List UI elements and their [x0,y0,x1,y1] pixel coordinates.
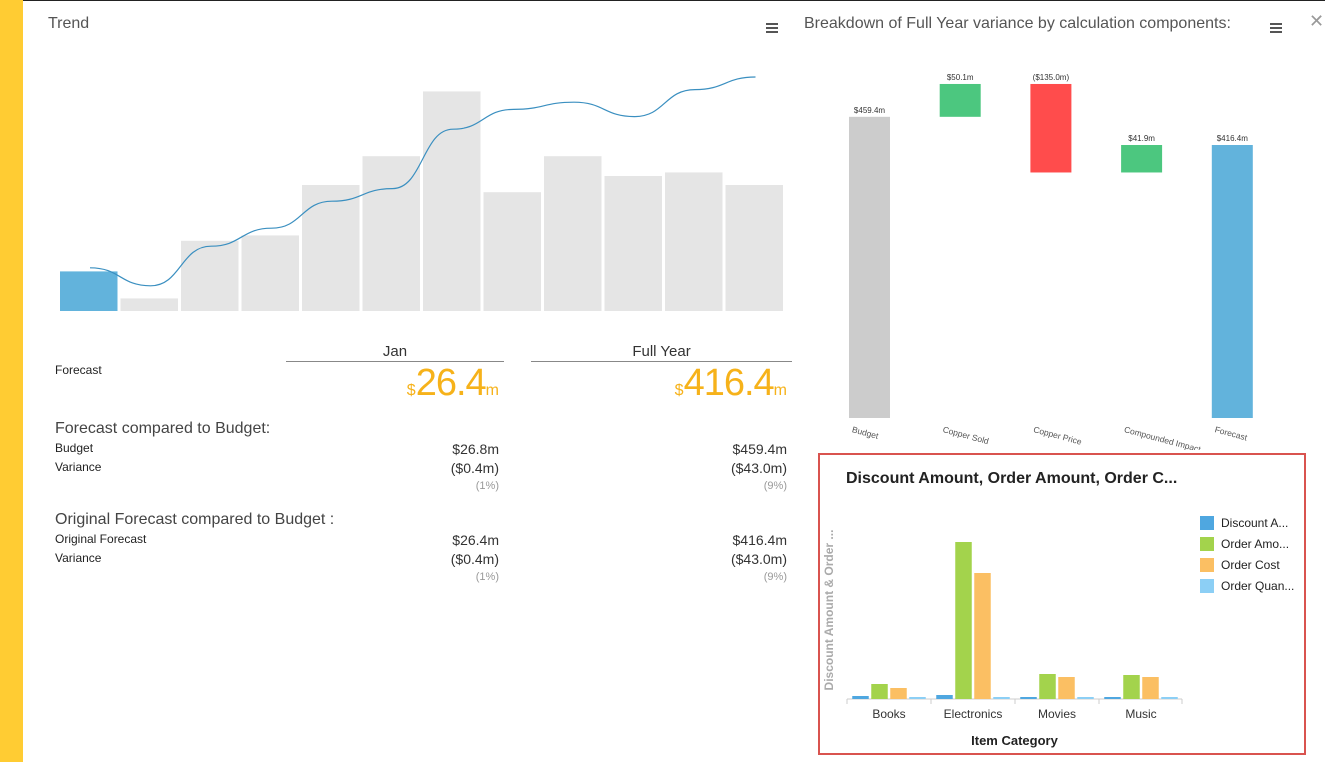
waterfall-data-label: $41.9m [1128,134,1155,143]
trend-bar [423,91,481,312]
trend-bar [302,185,360,311]
forecast-label: Forecast [55,363,102,377]
trend-bar [362,156,420,311]
waterfall-data-label: ($135.0m) [1033,73,1070,82]
discount-bar [1020,697,1037,699]
x-tick-label: Electronics [944,707,1003,721]
trend-bar [483,192,541,311]
trend-bar [604,176,662,311]
legend-item[interactable]: Order Amo... [1200,533,1294,554]
discount-bar [1104,697,1121,699]
waterfall-category-label: Copper Sold [942,424,990,446]
jan-column-header: Jan [286,343,504,362]
waterfall-data-label: $416.4m [1217,134,1248,143]
trend-bar [181,240,239,311]
discount-bar [974,573,991,699]
legend-swatch [1200,557,1214,572]
variance-label-2: Variance [55,551,102,565]
full-year-column-header: Full Year [531,343,792,362]
jan-variance-pct: (1%) [475,480,499,492]
waterfall-bar [1121,145,1163,173]
legend-swatch [1200,578,1214,593]
jan-forecast-value: $26.4m [406,362,499,404]
original-forecast-label: Original Forecast [55,532,147,546]
waterfall-menu-icon[interactable] [1270,23,1282,33]
fy-variance-pct-2: (9%) [763,571,787,583]
full-year-forecast-value: $416.4m [674,362,787,404]
jan-variance-pct-2: (1%) [475,571,499,583]
waterfall-category-label: Compounded Impact [1123,424,1202,450]
discount-bar [1123,675,1140,699]
waterfall-bar [939,83,981,117]
legend-swatch [1200,536,1214,551]
trend-bar [60,271,118,311]
waterfall-data-label: $459.4m [854,106,885,115]
budget-label: Budget [55,441,94,455]
discount-bar [1058,677,1075,699]
jan-budget-value: $26.8m [452,441,499,457]
waterfall-bar [1211,145,1253,418]
variance-label: Variance [55,460,102,474]
trend-chart [60,76,783,312]
jan-original-value: $26.4m [452,532,499,548]
trend-bar [544,156,602,311]
legend-label: Order Amo... [1221,536,1290,551]
waterfall-category-label: Budget [851,424,880,441]
x-tick-label: Movies [1038,707,1076,721]
discount-bar [852,696,869,699]
legend-label: Discount A... [1221,515,1289,530]
waterfall-bar [849,116,890,419]
trend-title: Trend [48,15,90,32]
discount-bar [1039,674,1056,699]
discount-bar [909,697,926,699]
waterfall-category-label: Forecast [1214,424,1249,442]
discount-bar [1161,697,1178,699]
jan-variance-value-2: ($0.4m) [450,551,499,567]
legend-swatch [1200,515,1214,530]
legend-label: Order Cost [1221,557,1280,572]
section-original-title: Original Forecast compared to Budget : [55,511,335,528]
discount-bar [871,684,888,699]
jan-variance-value: ($0.4m) [450,460,499,476]
waterfall-title: Breakdown of Full Year variance by calcu… [804,15,1231,32]
discount-bar [993,697,1010,699]
discount-bar [1077,697,1094,699]
fy-original-value: $416.4m [732,532,787,548]
discount-bar [936,695,953,699]
section-budget-title: Forecast compared to Budget: [55,420,271,437]
discount-chart: Books Electronics Movies Music Item Category… [822,530,1183,748]
discount-bar [1142,677,1159,699]
trend-bar [725,185,783,311]
discount-bar [890,688,907,699]
waterfall-chart: $459.4m Budget $50.1m Copper Sold ($135.0m) C… [849,73,1253,450]
legend-item[interactable]: Order Quan... [1200,575,1294,596]
waterfall-category-label: Copper Price [1032,424,1083,447]
legend-label: Order Quan... [1221,578,1295,593]
trend-bar [120,298,178,311]
left-accent-bar [0,0,23,762]
waterfall-bar [1030,83,1072,173]
close-icon[interactable]: ✕ [1309,12,1324,30]
fy-variance-value: ($43.0m) [730,460,787,476]
x-tick-label: Books [872,707,905,721]
legend-item[interactable]: Order Cost [1200,554,1294,575]
fy-budget-value: $459.4m [732,441,787,457]
y-axis-title: Discount Amount & Order ... [822,530,836,691]
x-axis-title: Item Category [971,733,1058,748]
waterfall-data-label: $50.1m [947,73,974,82]
discount-chart-card: Discount Amount, Order Amount, Order C..… [818,453,1306,755]
x-tick-label: Music [1125,707,1156,721]
discount-chart-legend: Discount A... Order Amo... Order Cost Order… [1200,512,1294,596]
fy-variance-pct: (9%) [763,480,787,492]
legend-item[interactable]: Discount A... [1200,512,1294,533]
top-border [23,0,1325,1]
fy-variance-value-2: ($43.0m) [730,551,787,567]
trend-bar [665,172,723,311]
trend-bar [241,235,299,311]
trend-menu-icon[interactable] [766,23,778,33]
discount-bar [955,542,972,699]
